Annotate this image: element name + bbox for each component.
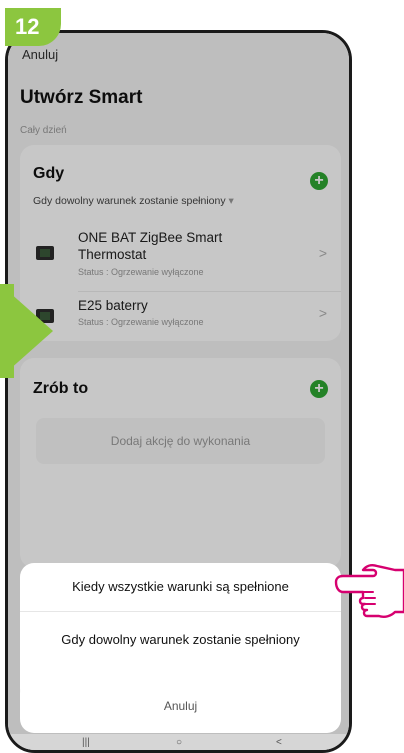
green-arrow-icon bbox=[0, 284, 53, 378]
phone-frame: Anuluj Utwórz Smart Cały dzień Gdy + Gdy… bbox=[5, 30, 352, 753]
recent-apps-icon[interactable]: ||| bbox=[82, 737, 90, 748]
sheet-cancel-label: Anuluj bbox=[163, 699, 198, 713]
option-any-condition[interactable]: Gdy dowolny warunek zostanie spełniony bbox=[20, 632, 341, 647]
option-all-conditions[interactable]: Kiedy wszystkie warunki są spełnione bbox=[20, 579, 341, 594]
home-icon[interactable]: ○ bbox=[176, 737, 182, 748]
pointing-hand-icon bbox=[334, 564, 404, 618]
sheet-divider bbox=[20, 611, 341, 612]
sheet-cancel-button[interactable]: Anuluj bbox=[20, 679, 341, 733]
instruction-step-canvas: Anuluj Utwórz Smart Cały dzień Gdy + Gdy… bbox=[0, 0, 404, 753]
create-smart-screen: Anuluj Utwórz Smart Cały dzień Gdy + Gdy… bbox=[8, 33, 349, 750]
back-icon[interactable]: < bbox=[276, 737, 282, 748]
step-number-badge: 12 bbox=[5, 8, 61, 46]
system-nav-bar: ||| ○ < bbox=[8, 734, 349, 750]
